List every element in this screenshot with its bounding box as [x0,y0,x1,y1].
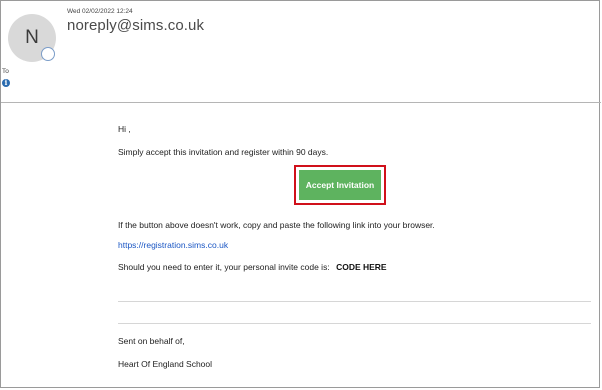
registration-link[interactable]: https://registration.sims.co.uk [118,240,228,250]
invite-code-line: Should you need to enter it, your person… [118,262,387,272]
button-highlight-box: Accept Invitation [294,165,386,205]
invite-code-prefix: Should you need to enter it, your person… [118,262,330,272]
email-header: N Wed 02/02/2022 12:24 noreply@sims.co.u… [1,1,601,103]
to-label: To [2,68,9,75]
invite-code: CODE HERE [336,262,387,272]
sender-address[interactable]: noreply@sims.co.uk [67,17,204,34]
email-reading-pane: N Wed 02/02/2022 12:24 noreply@sims.co.u… [0,0,601,389]
intro-text: Simply accept this invitation and regist… [118,147,329,157]
greeting-text: Hi , [118,124,131,134]
signature-divider [118,323,591,324]
avatar-initial: N [25,27,39,48]
email-timestamp: Wed 02/02/2022 12:24 [67,8,133,15]
info-icon[interactable]: i [2,79,10,87]
school-name: Heart Of England School [118,359,213,369]
presence-status-icon [41,47,55,61]
accept-invitation-button[interactable]: Accept Invitation [299,170,381,200]
signoff-text: Sent on behalf of, [118,336,185,346]
fallback-text: If the button above doesn't work, copy a… [118,220,435,230]
email-body: Hi , Simply accept this invitation and r… [1,103,601,389]
content-divider [118,301,591,302]
